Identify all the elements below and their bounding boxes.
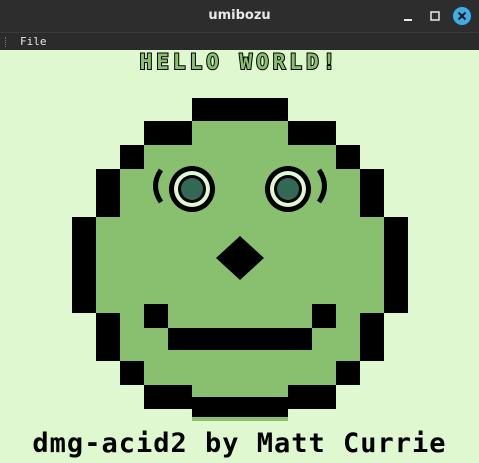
close-icon[interactable] <box>452 6 472 26</box>
credits-text: dmg-acid2 by Matt Currie <box>32 428 447 459</box>
menu-file[interactable]: File <box>20 35 47 49</box>
menu-bar: File <box>0 32 479 50</box>
left-eye <box>169 166 215 212</box>
minimize-icon[interactable] <box>398 6 418 26</box>
gameboy-screen <box>0 50 479 463</box>
menu-grip-icon <box>5 37 8 47</box>
hello-world-banner: HELLO WORLD! <box>139 49 340 75</box>
right-eye <box>265 166 311 212</box>
maximize-icon[interactable] <box>425 6 445 26</box>
window-titlebar[interactable]: umibozu <box>0 0 479 32</box>
